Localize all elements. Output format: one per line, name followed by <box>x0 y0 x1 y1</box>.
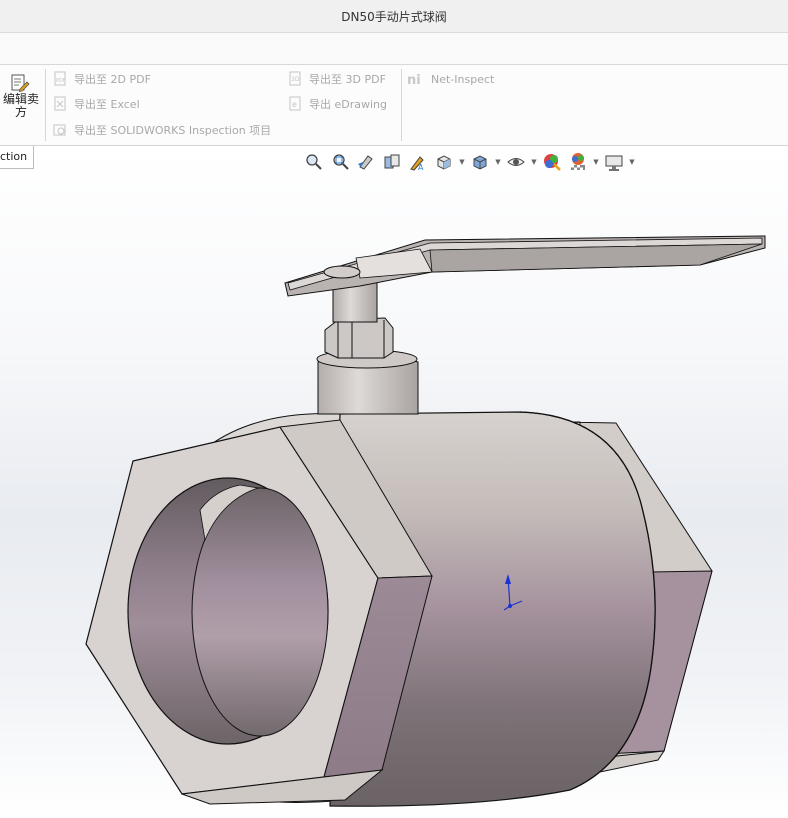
zoom-to-area-icon[interactable] <box>328 151 352 173</box>
inspection-export-icon <box>53 124 66 136</box>
export-inspection-button[interactable]: 导出至 SOLIDWORKS Inspection 项目 <box>52 120 271 140</box>
ribbon-separator <box>45 69 46 141</box>
hide-show-items-icon[interactable] <box>504 151 528 173</box>
display-style-icon[interactable] <box>468 151 492 173</box>
ribbon-separator <box>401 69 402 141</box>
export-2d-pdf-button[interactable]: PDF 导出至 2D PDF <box>52 69 151 89</box>
svg-text:3D: 3D <box>291 76 300 83</box>
edit-appearance-icon[interactable] <box>540 151 564 173</box>
menu-strip <box>0 33 788 65</box>
net-inspect-icon: ni <box>407 73 421 87</box>
ball-valve-model <box>85 235 766 807</box>
dynamic-annotation-icon[interactable]: A <box>406 151 430 173</box>
tab-inspection[interactable]: ction <box>0 146 34 169</box>
previous-view-icon[interactable] <box>354 151 378 173</box>
export-3d-pdf-button[interactable]: 3D 导出至 3D PDF <box>287 69 386 89</box>
export-excel-label: 导出至 Excel <box>74 98 140 111</box>
svg-text:e: e <box>292 100 297 109</box>
view-settings-icon[interactable] <box>602 151 626 173</box>
edit-vendor-button[interactable]: 编辑卖方 <box>0 69 42 129</box>
ribbon-panel: 编辑卖方 PDF 导出至 2D PDF 导出至 Excel 导出至 SOLIDW… <box>0 65 788 146</box>
title-bar: DN50手动片式球阀 <box>0 0 788 33</box>
edrawing-export-icon: e <box>289 96 301 111</box>
pdf-export-icon: PDF <box>54 71 66 86</box>
view-heads-up-toolbar: A ▼ ▼ ▼ ▼ ▼ <box>302 150 636 174</box>
export-2d-pdf-label: 导出至 2D PDF <box>74 73 151 86</box>
zoom-to-fit-icon[interactable] <box>302 151 326 173</box>
net-inspect-button[interactable]: ni Net-Inspect <box>407 69 494 89</box>
export-excel-button[interactable]: 导出至 Excel <box>52 94 140 114</box>
3d-pdf-export-icon: 3D <box>289 71 301 86</box>
chevron-down-icon[interactable]: ▼ <box>592 151 600 173</box>
graphics-viewport[interactable] <box>0 146 788 818</box>
net-inspect-label: Net-Inspect <box>431 72 495 86</box>
chevron-down-icon[interactable]: ▼ <box>530 151 538 173</box>
svg-text:PDF: PDF <box>56 78 66 84</box>
window-title: DN50手动片式球阀 <box>341 10 447 24</box>
edit-vendor-label: 编辑卖方 <box>2 92 39 119</box>
apply-scene-icon[interactable] <box>566 151 590 173</box>
section-view-icon[interactable] <box>380 151 404 173</box>
chevron-down-icon[interactable]: ▼ <box>494 151 502 173</box>
export-3d-pdf-label: 导出至 3D PDF <box>309 73 386 86</box>
export-inspection-label: 导出至 SOLIDWORKS Inspection 项目 <box>74 124 272 137</box>
tab-inspection-label: ction <box>0 150 28 163</box>
chevron-down-icon[interactable]: ▼ <box>628 151 636 173</box>
export-edrawing-button[interactable]: e 导出 eDrawing <box>287 94 387 114</box>
svg-text:ni: ni <box>407 73 421 87</box>
chevron-down-icon[interactable]: ▼ <box>458 151 466 173</box>
svg-text:A: A <box>418 163 424 172</box>
excel-export-icon <box>54 96 66 111</box>
export-edrawing-label: 导出 eDrawing <box>309 98 388 111</box>
view-orientation-icon[interactable] <box>432 151 456 173</box>
